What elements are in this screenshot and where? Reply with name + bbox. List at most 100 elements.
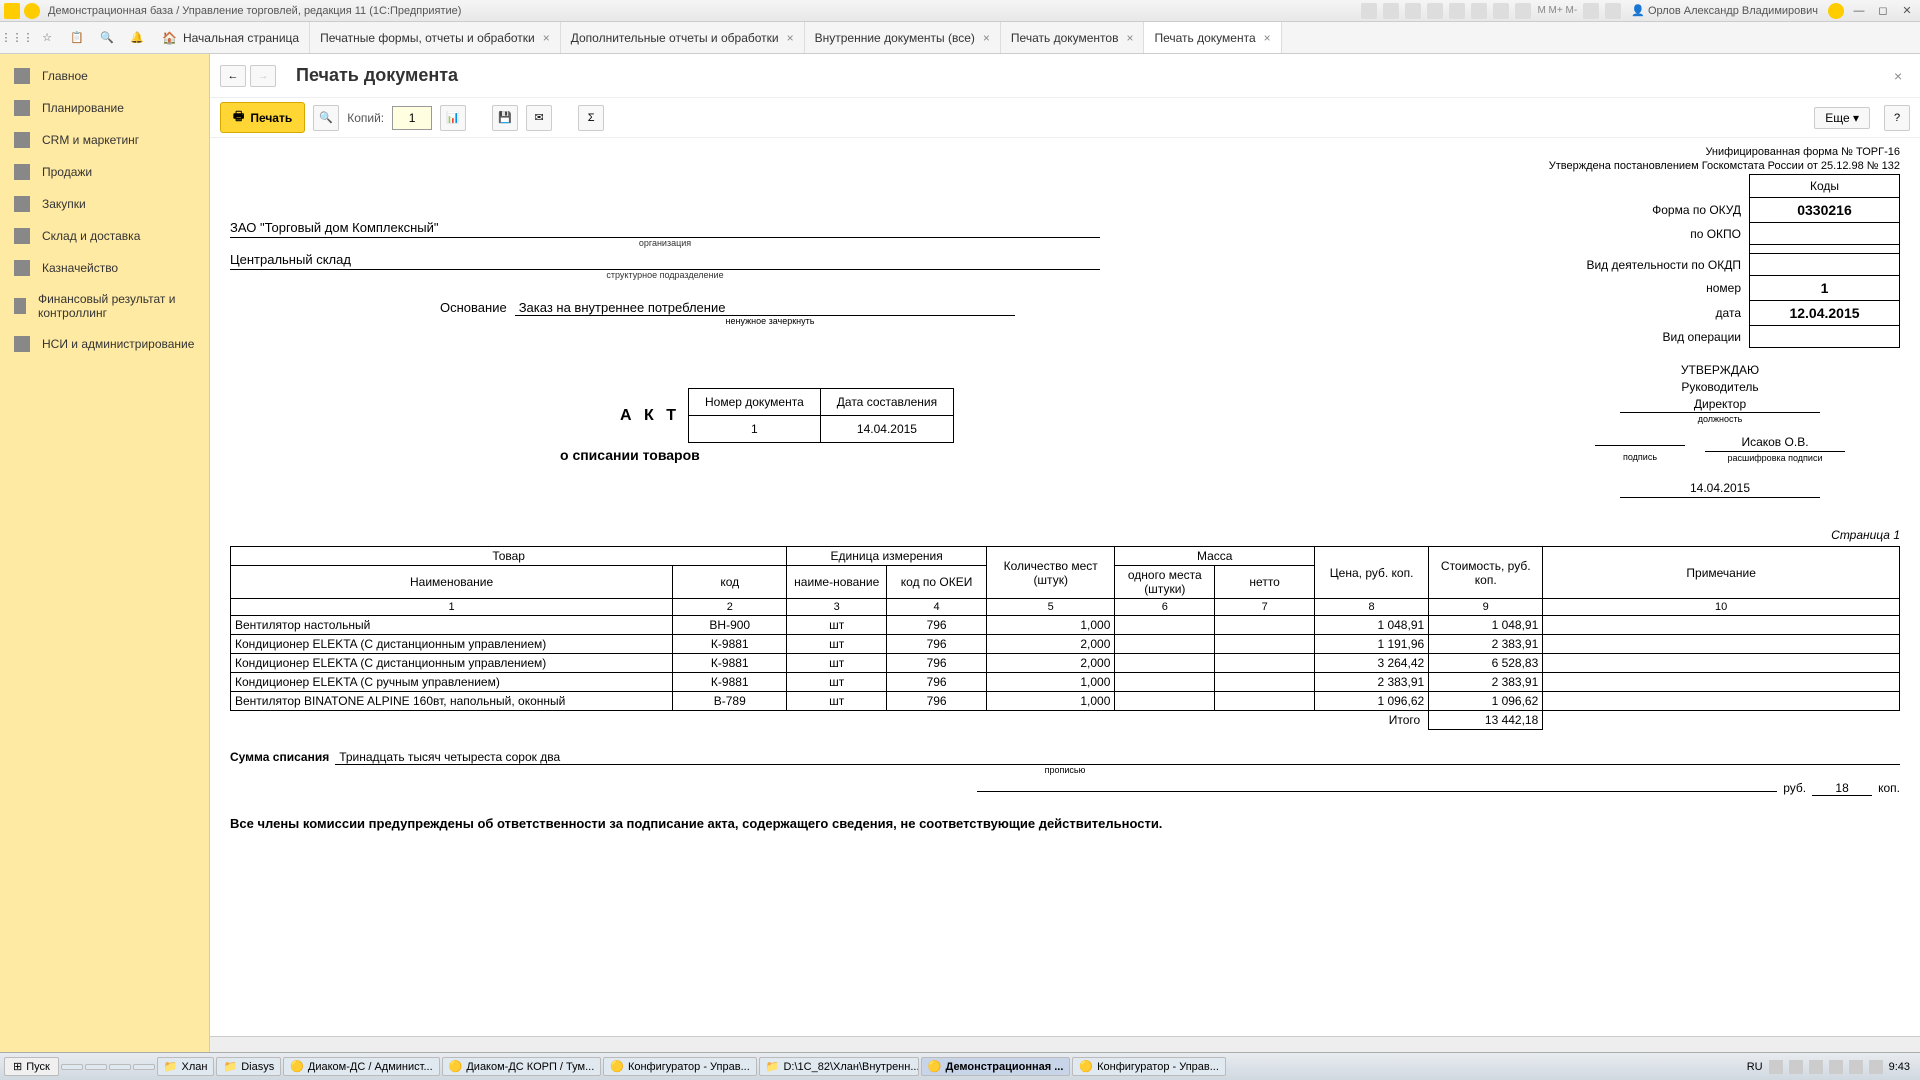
task-item[interactable]: 🟡Диаком-ДС КОРП / Тум... [442,1057,602,1076]
tray-icon[interactable] [1829,1060,1843,1074]
approve-label: УТВЕРЖДАЮ [1540,362,1900,379]
cell-mass-one [1115,692,1215,711]
maximize-button[interactable]: ◻ [1874,3,1892,19]
sum-label: Сумма списания [230,750,329,764]
sidebar-item-admin[interactable]: НСИ и администрирование [0,328,209,360]
clock[interactable]: 9:43 [1889,1061,1910,1073]
back-button[interactable]: ← [220,65,246,87]
toolbar-icon[interactable] [1427,3,1443,19]
close-icon[interactable]: × [1264,31,1271,45]
clipboard-icon[interactable]: 📋 [66,27,88,49]
toolbar-icon[interactable] [1583,3,1599,19]
page-number: Страница 1 [230,528,1900,542]
sidebar-item-warehouse[interactable]: Склад и доставка [0,220,209,252]
more-button[interactable]: Еще ▾ [1814,107,1870,129]
sidebar-item-main[interactable]: Главное [0,60,209,92]
app-menu-icon[interactable] [24,3,40,19]
email-button[interactable]: ✉ [526,105,552,131]
sidebar-item-planning[interactable]: Планирование [0,92,209,124]
quicklaunch-icon[interactable] [133,1064,155,1070]
task-item-active[interactable]: 🟡Демонстрационная ... [921,1057,1071,1076]
close-icon[interactable]: × [983,31,990,45]
sidebar-item-treasury[interactable]: Казначейство [0,252,209,284]
tab-additional-reports[interactable]: Дополнительные отчеты и обработки × [561,22,805,53]
th-unit: Единица измерения [787,547,987,566]
col-num: 6 [1115,599,1215,616]
help-button[interactable]: ? [1884,105,1910,131]
search-icon[interactable]: 🔍 [96,27,118,49]
toolbar-icon[interactable] [1405,3,1421,19]
cell-code: К-9881 [673,635,787,654]
minimize-button[interactable]: — [1850,3,1868,19]
content-header: ← → Печать документа × [210,54,1920,98]
tray-icon[interactable] [1849,1060,1863,1074]
sidebar-item-sales[interactable]: Продажи [0,156,209,188]
toolbar-icon[interactable] [1515,3,1531,19]
task-item[interactable]: 🟡Конфигуратор - Управ... [603,1057,757,1076]
star-icon[interactable]: ☆ [36,27,58,49]
toolbar-icon[interactable] [1361,3,1377,19]
sidebar-item-crm[interactable]: CRM и маркетинг [0,124,209,156]
task-item[interactable]: 📁Хлан [157,1057,215,1076]
th-name: Наименование [231,566,673,599]
close-icon[interactable]: × [787,31,794,45]
quicklaunch-icon[interactable] [85,1064,107,1070]
close-icon[interactable]: × [1126,31,1133,45]
tab-print-forms[interactable]: Печатные формы, отчеты и обработки × [310,22,561,53]
toolbar-icon[interactable] [1383,3,1399,19]
copies-input[interactable] [392,106,432,130]
cell-mass-net [1215,692,1315,711]
cell-code: К-9881 [673,654,787,673]
goods-table: Товар Единица измерения Количество мест … [230,546,1900,730]
quicklaunch-icon[interactable] [61,1064,83,1070]
print-button[interactable]: 🖶 Печать [220,102,305,133]
okdp-value [1750,254,1900,276]
cell-cost: 6 528,83 [1429,654,1543,673]
task-item[interactable]: 📁D:\1С_82\Хлан\Внутренн... [759,1057,919,1076]
task-item[interactable]: 🟡Конфигуратор - Управ... [1072,1057,1226,1076]
horizontal-scrollbar[interactable] [210,1036,1920,1052]
close-page-button[interactable]: × [1894,68,1910,84]
forward-button[interactable]: → [250,65,276,87]
m-icons: M M+ M- [1537,5,1577,16]
tab-print-doc[interactable]: Печать документа × [1144,22,1281,53]
toolbar-icon[interactable] [1493,3,1509,19]
sidebar-item-label: CRM и маркетинг [42,133,139,147]
tray-icon[interactable] [1869,1060,1883,1074]
start-button[interactable]: ⊞Пуск [4,1057,59,1076]
sum-button[interactable]: Σ [578,105,604,131]
save-button[interactable]: 💾 [492,105,518,131]
toolbar-icon[interactable] [1449,3,1465,19]
content-area: ← → Печать документа × 🖶 Печать 🔍 Копий:… [210,54,1920,1052]
app-logo-icon [4,3,20,19]
close-button[interactable]: ✕ [1898,3,1916,19]
tab-label: Начальная страница [183,31,299,45]
document-viewport[interactable]: ЗАО "Торговый дом Комплексный" организац… [210,138,1920,1036]
sidebar-item-finance[interactable]: Финансовый результат и контроллинг [0,284,209,328]
lang-indicator[interactable]: RU [1747,1061,1763,1073]
folder-icon: 📁 [164,1060,178,1073]
apps-icon[interactable]: ⋮⋮⋮ [6,27,28,49]
sidebar: Главное Планирование CRM и маркетинг Про… [0,54,210,1052]
sidebar-item-label: Казначейство [42,261,118,275]
tab-home[interactable]: 🏠 Начальная страница [156,22,310,53]
th-qty: Количество мест (штук) [987,547,1115,599]
tray-icon[interactable] [1769,1060,1783,1074]
th-cost: Стоимость, руб. коп. [1429,547,1543,599]
bell-icon[interactable]: 🔔 [126,27,148,49]
toolbar-icon[interactable] [1471,3,1487,19]
tab-print-docs[interactable]: Печать документов × [1001,22,1145,53]
preview-button[interactable]: 🔍 [313,105,339,131]
tab-internal-docs[interactable]: Внутренние документы (все) × [805,22,1001,53]
quicklaunch-icon[interactable] [109,1064,131,1070]
task-item[interactable]: 🟡Диаком-ДС / Админист... [283,1057,439,1076]
tray-icon[interactable] [1809,1060,1823,1074]
task-item[interactable]: 📁Diasys [216,1057,281,1076]
info-icon[interactable] [1828,3,1844,19]
close-icon[interactable]: × [543,31,550,45]
act-mini-table: Номер документаДата составления 114.04.2… [688,388,954,443]
settings-button[interactable]: 📊 [440,105,466,131]
toolbar-icon[interactable] [1605,3,1621,19]
tray-icon[interactable] [1789,1060,1803,1074]
sidebar-item-purchases[interactable]: Закупки [0,188,209,220]
